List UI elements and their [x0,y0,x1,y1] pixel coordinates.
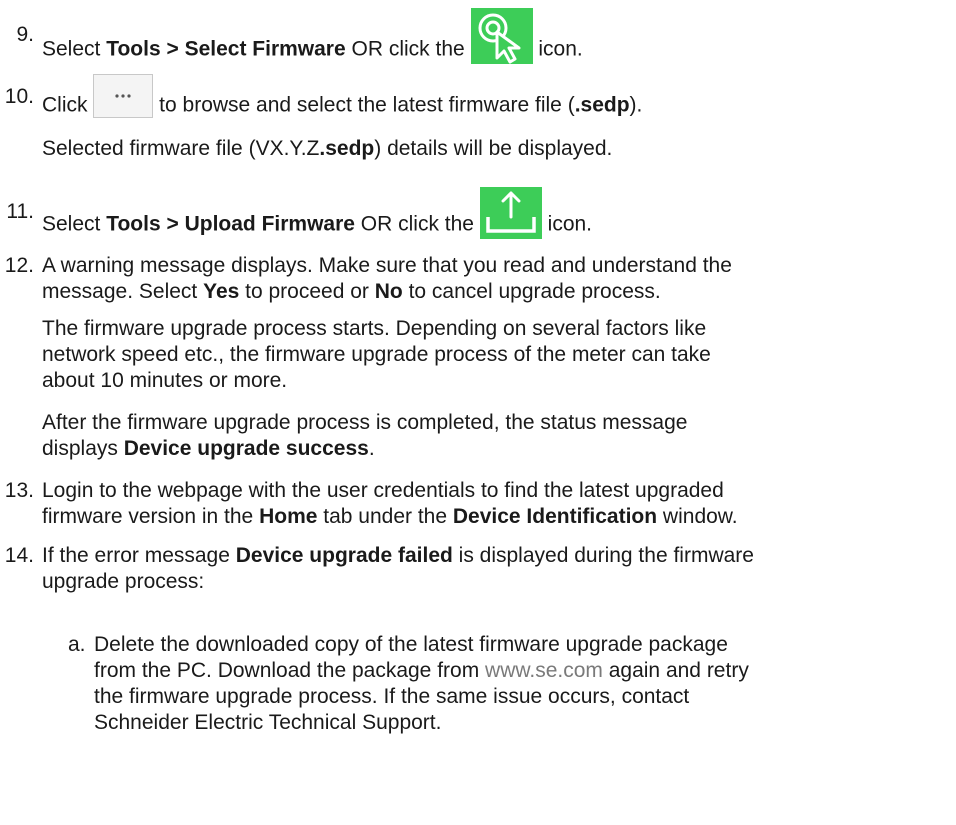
step-text-part: icon. [541,212,593,236]
status-message: Device upgrade success [123,437,369,460]
step-text-part: If the error message [42,544,236,567]
step-text: Select Tools > Upload Firmware OR click … [42,187,940,251]
note-text: ) details will be displayed. [374,137,613,160]
step-text: Select Tools > Select Firmware OR click … [42,8,940,78]
step-number: 10. [4,85,34,108]
step-number: 11. [6,200,34,223]
paragraph-line: about 10 minutes or more. [42,369,288,392]
substep-text: Delete the downloaded copy of the latest… [94,632,940,736]
step-line: upgrade process: [42,570,205,593]
step-text-part: Select [42,37,107,61]
step-text: Login to the webpage with the user crede… [42,478,940,530]
step-text-part: is displayed during the firmware [452,544,754,567]
step-number: 9. [16,23,34,46]
step-text: If the error message Device upgrade fail… [42,543,940,595]
paragraph-line: After the firmware upgrade process is co… [42,411,688,434]
substep-line: Delete the downloaded copy of the latest… [94,633,728,656]
step-line: If the error message Device upgrade fail… [42,543,940,569]
paragraph-line: displays Device upgrade success. [42,436,956,462]
substep-text-part: from the PC. Download the package from [94,659,486,682]
no-label: No [374,280,403,303]
step-number: 13. [4,479,34,502]
substep-line: the firmware upgrade process. If the sam… [94,685,690,708]
substep-letter: a. [68,633,86,656]
step-text-part: to browse and select the latest firmware… [153,93,575,117]
step-12-paragraph-2: After the firmware upgrade process is co… [42,410,956,462]
substep-line: from the PC. Download the package from w… [94,658,940,684]
step-text-part: window. [657,505,738,528]
paragraph-text-part: . [368,437,375,460]
step-line: Login to the webpage with the user crede… [42,479,724,502]
file-extension: .sedp [319,137,375,160]
device-identification-label: Device Identification [452,505,658,528]
step-10-note: Selected firmware file (VX.Y.Z.sedp) det… [42,136,956,162]
paragraph-line: The firmware upgrade process starts. Dep… [42,317,707,340]
step-text-part: to proceed or [239,280,375,303]
yes-label: Yes [203,280,240,303]
step-text-part: Select [42,212,107,236]
browse-icon [93,74,154,118]
step-text-part: firmware version in the [42,505,260,528]
upload-firmware-icon [479,187,542,239]
step-text-part: OR click the [354,212,480,236]
menu-path: Tools > Select Firmware [106,37,346,61]
home-tab-label: Home [259,505,318,528]
substep-line: Schneider Electric Technical Support. [94,711,442,734]
step-text: Click to browse and select the latest fi… [42,74,940,128]
menu-path: Tools > Upload Firmware [106,212,355,236]
step-text-part: message. Select [42,280,204,303]
note-text: Selected firmware file (VX.Y.Z [42,137,320,160]
step-12-paragraph-1: The firmware upgrade process starts. Dep… [42,316,956,394]
step-line: message. Select Yes to proceed or No to … [42,279,940,305]
step-text-part: tab under the [317,505,453,528]
file-extension: .sedp [574,93,630,117]
substep-text-part: again and retry [602,659,749,682]
step-line: A warning message displays. Make sure th… [42,254,732,277]
step-text: A warning message displays. Make sure th… [42,253,940,305]
step-text-part: ). [629,93,643,117]
step-text-part: icon. [532,37,583,61]
step-text-part: Click [42,93,94,117]
step-line: firmware version in the Home tab under t… [42,504,940,530]
step-number: 12. [4,254,34,277]
step-text-part: to cancel upgrade process. [402,280,661,303]
paragraph-text-part: displays [42,437,124,460]
step-number: 14. [4,544,34,567]
se-website-link[interactable]: www.se.com [485,659,603,682]
select-firmware-icon [470,8,533,64]
paragraph-line: network speed etc., the firmware upgrade… [42,343,711,366]
error-message: Device upgrade failed [235,544,453,567]
step-text-part: OR click the [345,37,471,61]
